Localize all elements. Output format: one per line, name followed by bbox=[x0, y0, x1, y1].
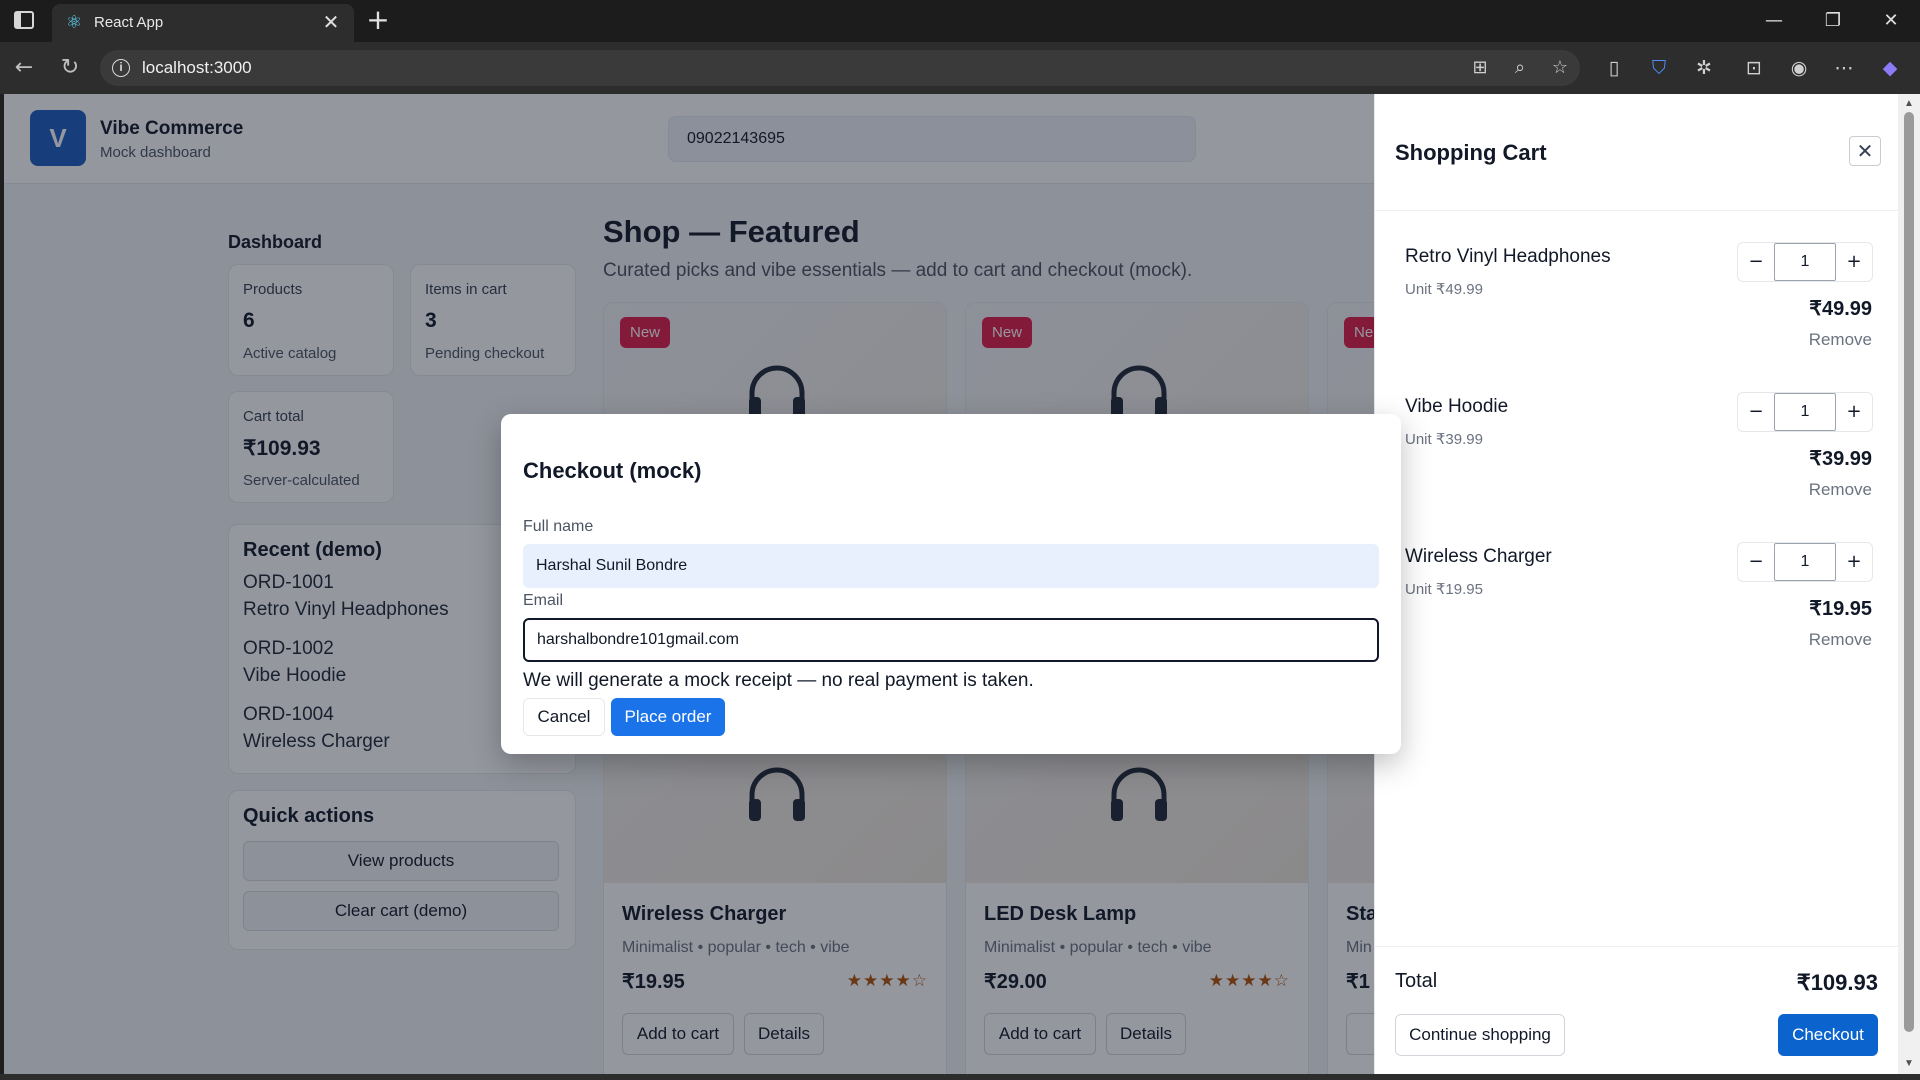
checkout-button[interactable]: Checkout bbox=[1778, 1014, 1878, 1056]
favorite-star-icon[interactable]: ☆ bbox=[1548, 56, 1572, 80]
address-bar-row: ← ↻ i localhost:3000 ⊞ ⌕ ☆ bbox=[0, 42, 1920, 94]
decrease-qty-button[interactable]: − bbox=[1738, 543, 1774, 581]
email-input[interactable]: harshalbondre101gmail.com bbox=[523, 618, 1379, 662]
cart-item-price: ₹19.95 bbox=[1809, 598, 1872, 620]
scroll-up-icon[interactable]: ▲ bbox=[1903, 98, 1915, 110]
remove-item-button[interactable]: Remove bbox=[1809, 480, 1872, 500]
cart-divider bbox=[1375, 210, 1898, 211]
quantity-input[interactable]: 1 bbox=[1774, 393, 1836, 431]
remove-item-button[interactable]: Remove bbox=[1809, 330, 1872, 350]
app-install-icon[interactable]: ⊞ bbox=[1468, 56, 1492, 80]
cart-divider bbox=[1375, 946, 1898, 947]
tab-actions-icon[interactable] bbox=[14, 11, 34, 29]
cart-item-unit: Unit ₹19.95 bbox=[1405, 581, 1483, 598]
close-window-button[interactable]: ✕ bbox=[1871, 6, 1911, 36]
place-order-button[interactable]: Place order bbox=[611, 698, 725, 736]
cart-item-price: ₹39.99 bbox=[1809, 448, 1872, 470]
cart-total-label: Total bbox=[1395, 970, 1438, 992]
cart-item-name: Wireless Charger bbox=[1405, 546, 1552, 567]
quantity-input[interactable]: 1 bbox=[1774, 543, 1836, 581]
continue-shopping-button[interactable]: Continue shopping bbox=[1395, 1014, 1565, 1056]
checkout-modal: Checkout (mock) Full name Harshal Sunil … bbox=[501, 414, 1401, 754]
back-icon[interactable]: ← bbox=[10, 54, 38, 82]
site-info-icon[interactable]: i bbox=[112, 59, 130, 77]
quantity-input[interactable]: 1 bbox=[1774, 243, 1836, 281]
full-name-label: Full name bbox=[523, 518, 594, 535]
profile-avatar-icon[interactable]: ◉ bbox=[1785, 54, 1813, 82]
cart-item-name: Retro Vinyl Headphones bbox=[1405, 246, 1611, 267]
reading-mode-icon[interactable]: ▯ bbox=[1600, 54, 1628, 82]
increase-qty-button[interactable]: + bbox=[1836, 243, 1872, 281]
increase-qty-button[interactable]: + bbox=[1836, 543, 1872, 581]
remove-item-button[interactable]: Remove bbox=[1809, 630, 1872, 650]
cart-total-value: ₹109.93 bbox=[1796, 970, 1878, 995]
cart-item-unit: Unit ₹39.99 bbox=[1405, 431, 1483, 448]
minimize-button[interactable]: — bbox=[1754, 6, 1794, 36]
quantity-stepper: − 1 + bbox=[1737, 542, 1873, 582]
page-viewport: V Vibe Commerce Mock dashboard 090221436… bbox=[4, 94, 1898, 1074]
scroll-thumb[interactable] bbox=[1904, 112, 1914, 1032]
react-favicon-icon: ⚛ bbox=[65, 12, 83, 33]
window-bottom-edge bbox=[0, 1074, 1920, 1080]
cart-item-unit: Unit ₹49.99 bbox=[1405, 281, 1483, 298]
browser-tab[interactable]: ⚛ React App ✕ bbox=[52, 4, 354, 42]
browser-tab-bar: ⚛ React App ✕ + — ❐ ✕ bbox=[0, 0, 1920, 42]
quantity-stepper: − 1 + bbox=[1737, 392, 1873, 432]
shopping-cart-drawer: Shopping Cart ✕ Retro Vinyl Headphones U… bbox=[1374, 94, 1898, 1074]
more-menu-icon[interactable]: ⋯ bbox=[1830, 54, 1858, 82]
modal-title: Checkout (mock) bbox=[523, 458, 702, 483]
reload-icon[interactable]: ↻ bbox=[56, 54, 84, 82]
omnibox[interactable]: i localhost:3000 ⊞ ⌕ ☆ bbox=[100, 50, 1580, 86]
close-cart-icon[interactable]: ✕ bbox=[1849, 136, 1881, 166]
copilot-icon[interactable]: ◆ bbox=[1876, 54, 1904, 82]
cart-title: Shopping Cart bbox=[1395, 140, 1547, 165]
cart-item-name: Vibe Hoodie bbox=[1405, 396, 1509, 417]
zoom-icon[interactable]: ⌕ bbox=[1508, 56, 1532, 80]
cart-item-price: ₹49.99 bbox=[1809, 298, 1872, 320]
cancel-button[interactable]: Cancel bbox=[523, 698, 605, 736]
extensions-icon[interactable]: ✲ bbox=[1690, 54, 1718, 82]
increase-qty-button[interactable]: + bbox=[1836, 393, 1872, 431]
screenshot-icon[interactable]: ⊡ bbox=[1740, 54, 1768, 82]
tab-title: React App bbox=[94, 14, 164, 31]
page-scrollbar[interactable]: ▲ ▼ bbox=[1898, 94, 1920, 1074]
url-text[interactable]: localhost:3000 bbox=[142, 58, 252, 78]
shield-extension-icon[interactable]: ⛉ bbox=[1645, 54, 1673, 82]
tab-close-icon[interactable]: ✕ bbox=[320, 10, 342, 34]
decrease-qty-button[interactable]: − bbox=[1738, 393, 1774, 431]
mock-receipt-note: We will generate a mock receipt — no rea… bbox=[523, 670, 1034, 691]
email-label: Email bbox=[523, 592, 564, 609]
quantity-stepper: − 1 + bbox=[1737, 242, 1873, 282]
new-tab-button[interactable]: + bbox=[364, 5, 392, 35]
restore-button[interactable]: ❐ bbox=[1813, 6, 1853, 36]
full-name-input[interactable]: Harshal Sunil Bondre bbox=[523, 544, 1379, 588]
scroll-down-icon[interactable]: ▼ bbox=[1903, 1058, 1915, 1070]
decrease-qty-button[interactable]: − bbox=[1738, 243, 1774, 281]
